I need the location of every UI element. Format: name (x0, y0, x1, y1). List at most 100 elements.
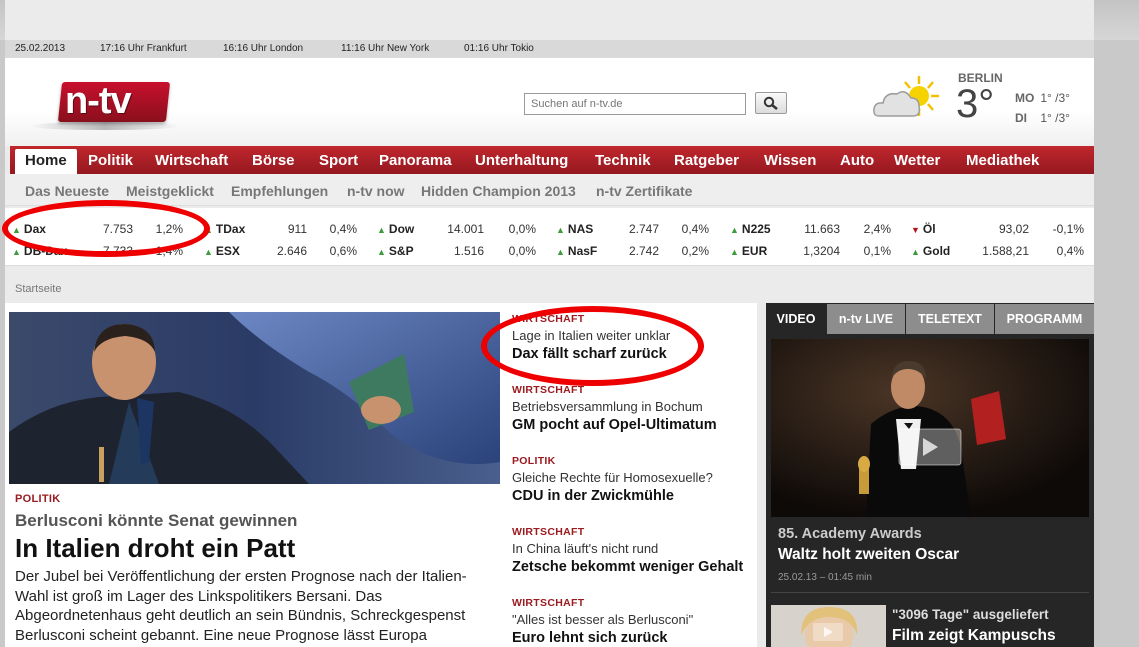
ticker-value: 1.516 (453, 244, 484, 258)
nav-wetter[interactable]: Wetter (894, 146, 940, 174)
story-item[interactable]: WIRTSCHAFT Lage in Italien weiter unklar… (512, 313, 752, 362)
sidebar-divider (771, 592, 1089, 593)
video-thumbnail[interactable] (771, 339, 1089, 517)
ticker-item-name[interactable]: ▲ DB-Dax (12, 244, 67, 258)
ticker-change: 1,4% (155, 244, 183, 258)
world-clock-bar: 25.02.2013 17:16 Uhr Frankfurt 16:16 Uhr… (5, 40, 1094, 58)
clock-london: 16:16 Uhr London (223, 43, 304, 54)
lead-image[interactable] (9, 312, 500, 484)
lead-subtitle[interactable]: Berlusconi könnte Senat gewinnen (15, 511, 297, 531)
ticker-item-name[interactable]: ▲ Gold (911, 244, 950, 258)
story-subtitle: Lage in Italien weiter unklar (512, 328, 671, 343)
lead-photo (9, 312, 500, 484)
story-subtitle: "Alles ist besser als Berlusconi" (512, 612, 694, 627)
story-kicker: WIRTSCHAFT (512, 313, 585, 325)
story-kicker: WIRTSCHAFT (512, 526, 585, 538)
second-video-title[interactable]: Film zeigt Kampuschs (892, 627, 1056, 645)
arrow-up-icon: ▲ (556, 247, 565, 257)
ticker-change: 0,1% (863, 244, 891, 258)
ticker-item-name[interactable]: ▲ Dax (12, 222, 46, 236)
ticker-item-name[interactable]: ▼ Öl (911, 222, 936, 236)
ticker-value: 7.753 (102, 222, 133, 236)
nav-ratgeber[interactable]: Ratgeber (674, 146, 739, 174)
ticker-item-name[interactable]: ▲ ESX (204, 244, 240, 258)
nav-politik[interactable]: Politik (88, 146, 133, 174)
story-item[interactable]: WIRTSCHAFT "Alles ist besser als Berlusc… (512, 597, 752, 646)
arrow-up-icon: ▲ (730, 247, 739, 257)
nav-wirtschaft[interactable]: Wirtschaft (155, 146, 228, 174)
nav-auto[interactable]: Auto (840, 146, 874, 174)
nav-home[interactable]: Home (15, 149, 77, 174)
forecast-day-label: DI (1015, 111, 1027, 125)
ticker-value: 2.747 (628, 222, 659, 236)
story-title[interactable]: GM pocht auf Opel-Ultimatum (512, 417, 752, 433)
nav-unterhaltung[interactable]: Unterhaltung (475, 146, 568, 174)
ticker-value: 911 (287, 222, 307, 236)
video-title[interactable]: Waltz holt zweiten Oscar (778, 546, 959, 564)
subnav-empfehlungen[interactable]: Empfehlungen (231, 183, 328, 199)
ticker-name: Gold (922, 244, 951, 258)
forecast-day-label: MO (1015, 91, 1035, 105)
ticker-item-name[interactable]: ▲ S&P (377, 244, 414, 258)
search-button[interactable] (755, 92, 787, 114)
tab-ntv-live[interactable]: n-tv LIVE (827, 304, 905, 334)
nav-boerse[interactable]: Börse (252, 146, 295, 174)
story-title[interactable]: Dax fällt scharf zurück (512, 346, 752, 362)
breadcrumb[interactable]: Startseite (15, 283, 61, 295)
second-video-still (771, 605, 886, 647)
story-title[interactable]: CDU in der Zwickmühle (512, 488, 752, 504)
story-item[interactable]: POLITIK Gleiche Rechte für Homosexuelle?… (512, 455, 752, 504)
lead-title[interactable]: In Italien droht ein Patt (15, 533, 295, 564)
video-still (771, 339, 1089, 517)
ticker-item-name[interactable]: ▲ N225 (730, 222, 771, 236)
subnav-zertifikate[interactable]: n-tv Zertifikate (596, 183, 692, 199)
arrow-up-icon: ▲ (556, 225, 565, 235)
ticker-change: 0,4% (329, 222, 357, 236)
tab-video[interactable]: VIDEO (766, 304, 826, 334)
clock-newyork: 11:16 Uhr New York (341, 43, 430, 54)
arrow-down-icon: ▼ (911, 225, 920, 235)
ticker-value: 7.733 (102, 244, 133, 258)
ticker-change: 0,6% (329, 244, 357, 258)
search-input[interactable] (524, 93, 746, 115)
ticker-item-name[interactable]: ▲ NasF (556, 244, 597, 258)
logo-text: n-tv (65, 80, 132, 122)
ticker-name: Dow (388, 222, 415, 236)
second-video-thumbnail[interactable] (771, 605, 886, 647)
ticker-item-name[interactable]: ▲ NAS (556, 222, 593, 236)
subnav-hidden-champion[interactable]: Hidden Champion 2013 (421, 183, 576, 199)
ticker-value: 11.663 (804, 222, 840, 236)
second-video-subtitle[interactable]: "3096 Tage" ausgeliefert (892, 607, 1049, 622)
arrow-up-icon: ▲ (204, 247, 213, 257)
subnav-ntv-now[interactable]: n-tv now (347, 183, 405, 199)
tab-teletext[interactable]: TELETEXT (906, 304, 994, 334)
nav-sport[interactable]: Sport (319, 146, 358, 174)
ticker-value: 2.742 (628, 244, 659, 258)
ticker-name: N225 (741, 222, 771, 236)
ticker-item-name[interactable]: ▲ EUR (730, 244, 767, 258)
tab-programm[interactable]: PROGRAMM (995, 304, 1094, 334)
weather-temperature: 3° (956, 82, 995, 126)
story-item[interactable]: WIRTSCHAFT Betriebsversammlung in Bochum… (512, 384, 752, 433)
video-subtitle[interactable]: 85. Academy Awards (778, 526, 922, 542)
story-title[interactable]: Euro lehnt sich zurück (512, 630, 752, 646)
nav-panorama[interactable]: Panorama (379, 146, 452, 174)
ticker-item-name[interactable]: ▲ Dow (377, 222, 414, 236)
ntv-logo[interactable]: n-tv (30, 78, 180, 130)
ticker-value: 93,02 (998, 222, 1029, 236)
ticker-name: S&P (388, 244, 414, 258)
subnav-das-neueste[interactable]: Das Neueste (25, 183, 109, 199)
story-item[interactable]: WIRTSCHAFT In China läuft's nicht rund Z… (512, 526, 752, 575)
nav-wissen[interactable]: Wissen (764, 146, 816, 174)
sub-navigation: Das Neueste Meistgeklickt Empfehlungen n… (5, 174, 1094, 206)
story-title[interactable]: Zetsche bekommt weniger Gehalt (512, 559, 752, 575)
ticker-item-name[interactable]: ▲ TDax (204, 222, 245, 236)
nav-mediathek[interactable]: Mediathek (966, 146, 1039, 174)
lead-teaser-text[interactable]: Der Jubel bei Veröffentlichung der erste… (15, 567, 495, 645)
nav-technik[interactable]: Technik (595, 146, 651, 174)
lead-kicker[interactable]: POLITIK (15, 493, 61, 505)
subnav-meistgeklickt[interactable]: Meistgeklickt (126, 183, 214, 199)
ticker-change: 1,2% (155, 222, 183, 236)
forecast-temps: 1° /3° (1040, 111, 1070, 125)
ticker-name: DB-Dax (23, 244, 68, 258)
